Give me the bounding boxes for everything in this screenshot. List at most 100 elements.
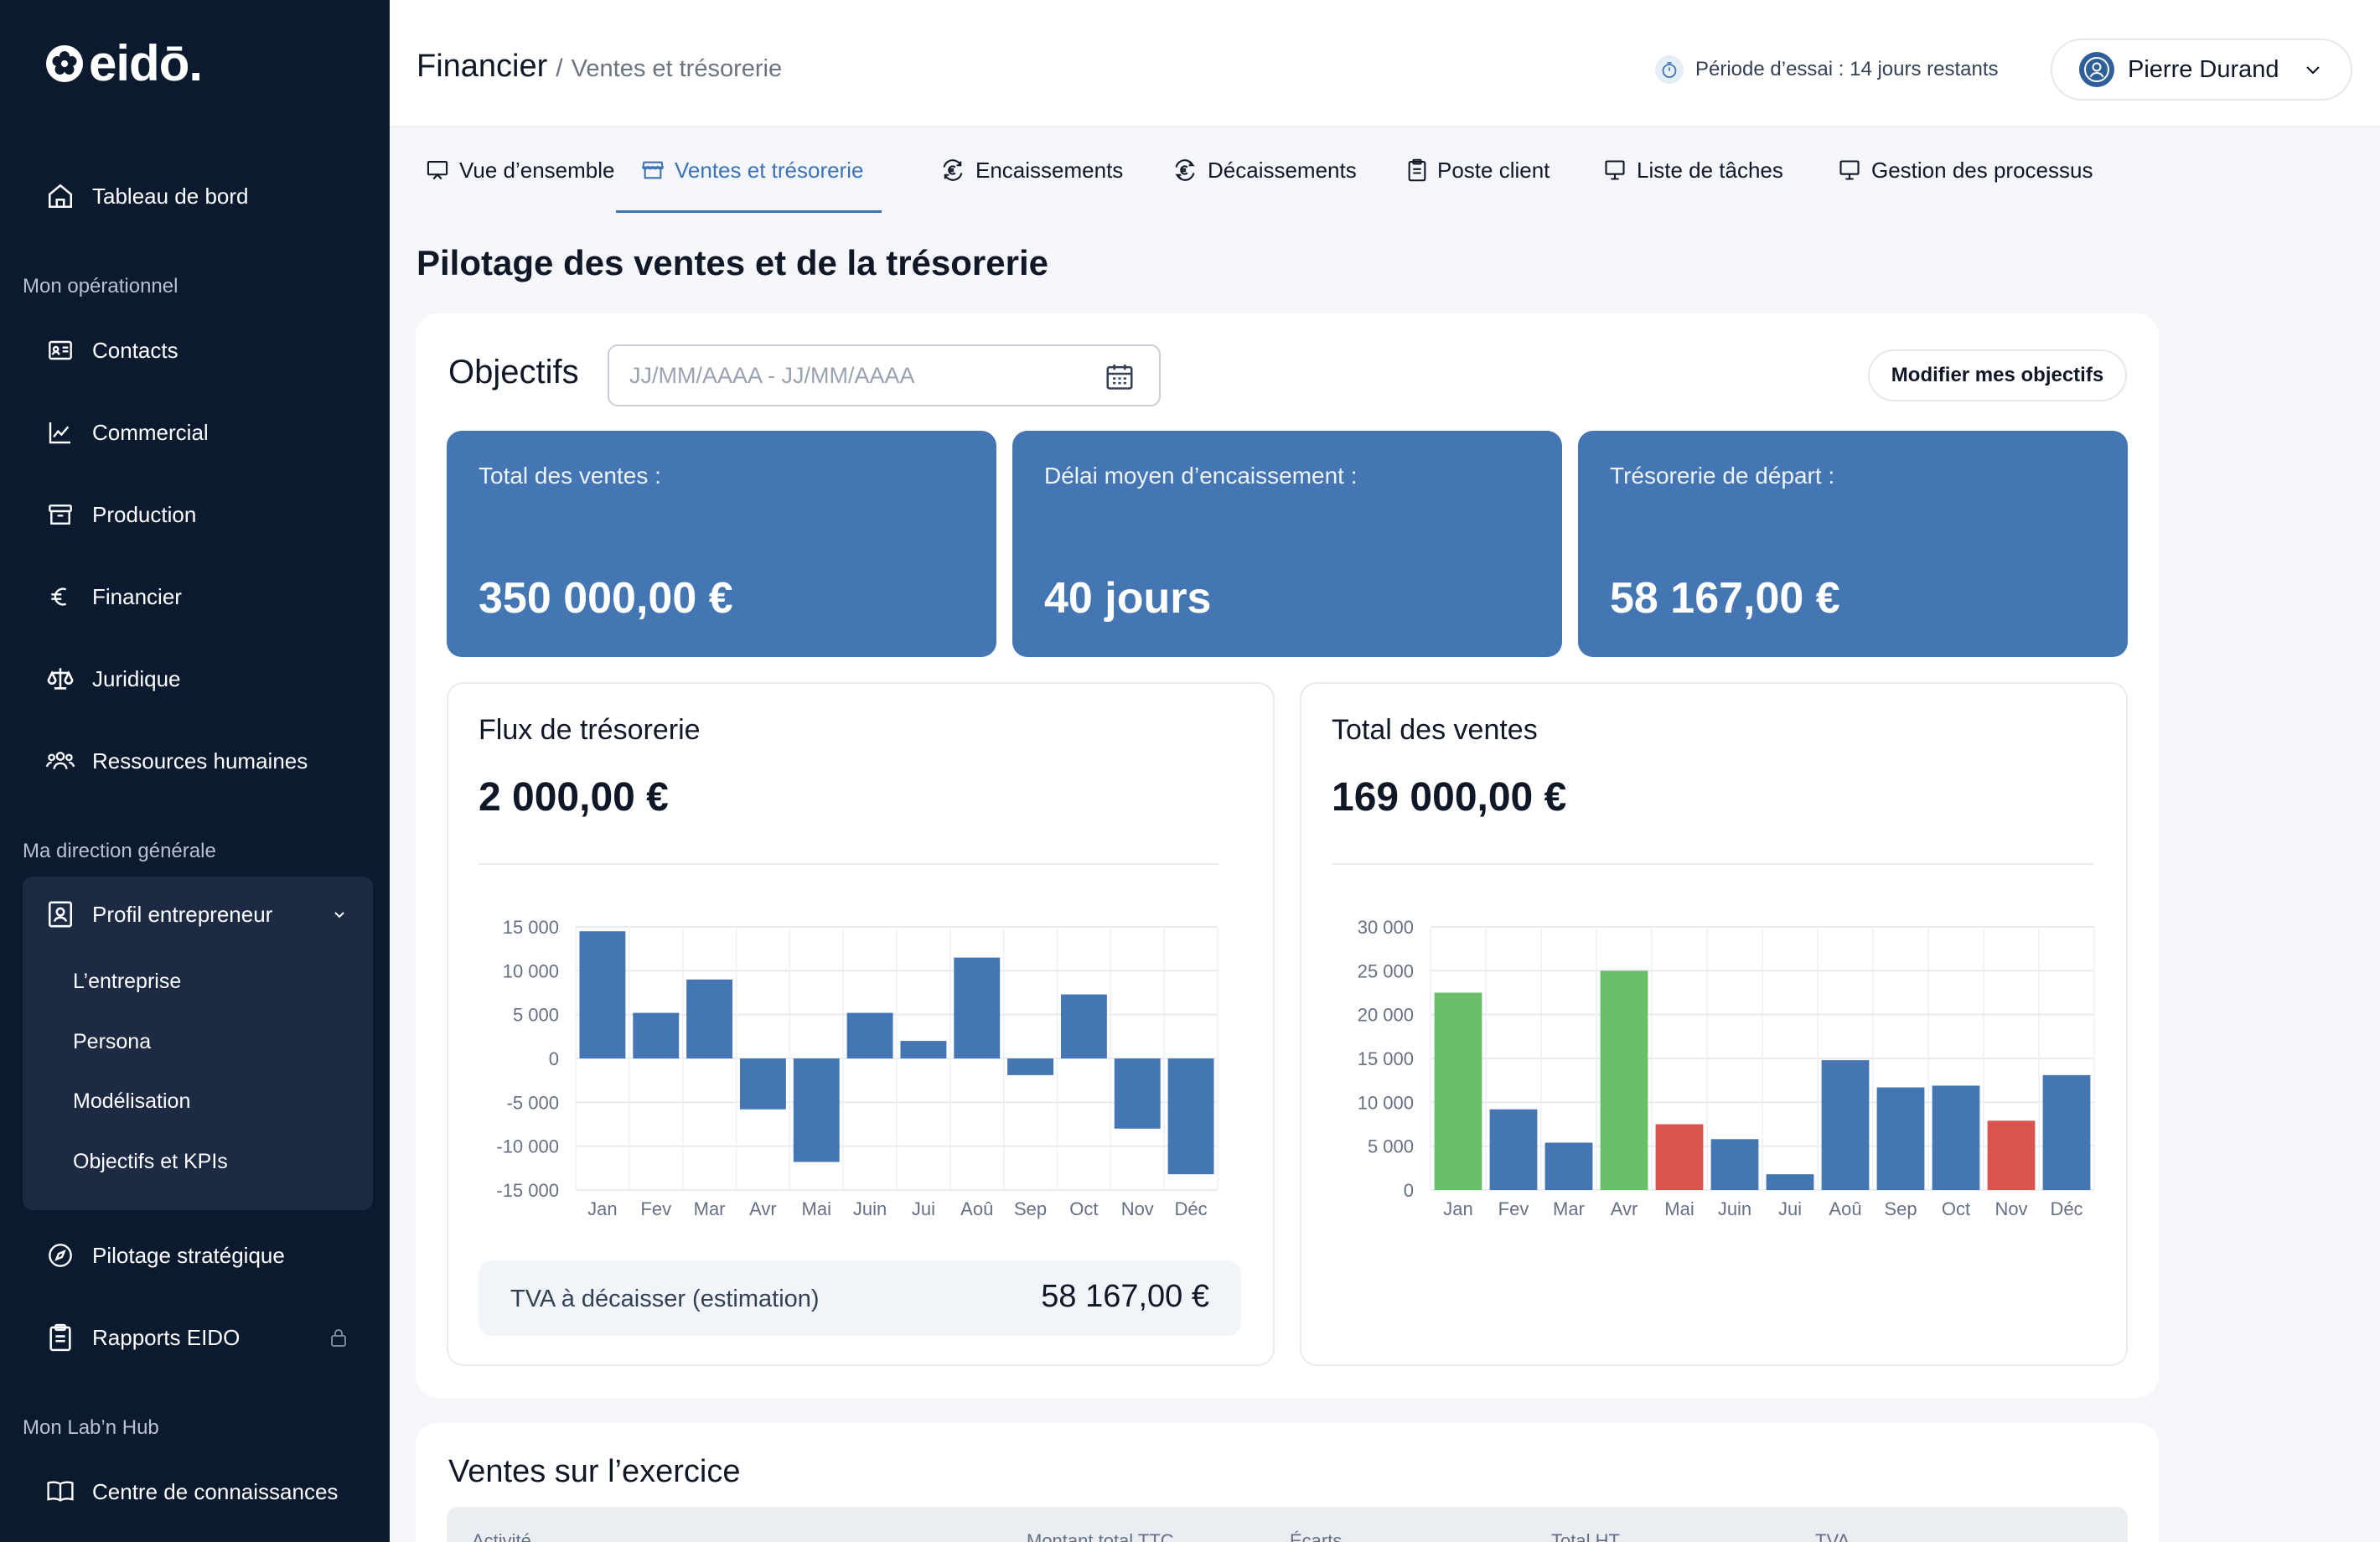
sidebar-subitem-modelisation[interactable]: Modélisation <box>73 1089 190 1114</box>
date-range-input[interactable]: JJ/MM/AAAA - JJ/MM/AAAA <box>608 344 1161 406</box>
presentation-icon <box>427 161 448 180</box>
bar-Sep[interactable] <box>1007 1058 1054 1075</box>
x-tick-label: Aoû <box>1829 1198 1861 1219</box>
x-tick-label: Mai <box>1664 1198 1694 1219</box>
bar-Mar[interactable] <box>1544 1142 1593 1190</box>
x-tick-label: Avr <box>749 1198 777 1219</box>
sidebar-subitem-objectifs-kpis[interactable]: Objectifs et KPIs <box>73 1150 228 1174</box>
sidebar-item-juridique[interactable]: Juridique <box>23 649 373 709</box>
tab-poste-client[interactable]: Poste client <box>1407 127 1550 213</box>
kpi-value: 40 jours <box>1044 574 1212 623</box>
x-tick-label: Sep <box>1014 1198 1047 1219</box>
x-tick-label: Jui <box>912 1198 935 1219</box>
tab-ventes-tresorerie[interactable]: Ventes et trésorerie <box>616 127 882 213</box>
bar-Nov[interactable] <box>1114 1058 1161 1129</box>
bar-Avr[interactable] <box>1600 970 1648 1190</box>
bar-Jan[interactable] <box>579 931 626 1058</box>
chevron-down-icon <box>2305 66 2320 75</box>
sidebar-item-label: Rapports EIDO <box>92 1324 241 1350</box>
chevron-down-icon[interactable] <box>331 906 348 923</box>
cashflow-card: Flux de trésorerie 2 000,00 € 15 000 10 0… <box>447 682 1275 1366</box>
bar-Fev[interactable] <box>1489 1109 1538 1190</box>
brand-logo[interactable]: eidō. <box>45 35 203 91</box>
bar-Fev[interactable] <box>633 1012 680 1058</box>
bar-Aoû[interactable] <box>954 957 1001 1058</box>
bar-Oct[interactable] <box>1060 994 1107 1058</box>
bar-Déc[interactable] <box>1167 1058 1214 1175</box>
sidebar-item-label: Juridique <box>92 665 181 691</box>
bar-Jan[interactable] <box>1434 992 1482 1191</box>
bar-Jui[interactable] <box>1766 1174 1814 1190</box>
x-tick-label: Oct <box>1069 1198 1098 1219</box>
tab-liste-taches[interactable]: Liste de tâches <box>1603 127 1783 213</box>
bar-Déc[interactable] <box>2042 1074 2091 1190</box>
sidebar-subitem-persona[interactable]: Persona <box>73 1030 151 1054</box>
scale-icon <box>45 664 75 694</box>
tab-gestion-processus[interactable]: Gestion des processus <box>1838 127 2093 213</box>
tab-decaissements[interactable]: Décaissements <box>1172 127 1357 213</box>
ventes-title: Ventes sur l’exercice <box>448 1454 741 1489</box>
x-tick-label: Nov <box>1995 1198 2027 1219</box>
x-tick-label: Avr <box>1611 1198 1638 1219</box>
y-tick-label: -15 000 <box>496 1180 559 1201</box>
column-header[interactable]: Activité <box>472 1530 531 1542</box>
sidebar-item-financier[interactable]: Financier <box>23 567 373 627</box>
edit-objectives-button[interactable]: Modifier mes objectifs <box>1868 349 2127 401</box>
contact-card-icon <box>45 335 75 365</box>
bar-Mai[interactable] <box>793 1058 840 1162</box>
x-tick-label: Aoû <box>960 1198 993 1219</box>
sidebar-subitem-entreprise[interactable]: L’entreprise <box>73 970 181 994</box>
page-title: Pilotage des ventes et de la trésorerie <box>416 243 1048 282</box>
column-header[interactable]: Écarts <box>1290 1530 1342 1542</box>
bar-Mai[interactable] <box>1655 1124 1704 1191</box>
breadcrumb: Financier / Ventes et trésorerie <box>416 49 782 85</box>
sidebar-item-label: Profil entrepreneur <box>92 901 273 927</box>
x-tick-label: Oct <box>1942 1198 1970 1219</box>
sidebar-item-centre-connaissances[interactable]: Centre de connaissances <box>23 1462 373 1522</box>
column-header[interactable]: TVA <box>1815 1530 1850 1542</box>
profile-badge-icon <box>45 899 75 929</box>
tab-vue-ensemble[interactable]: Vue d’ensemble <box>426 127 615 213</box>
x-tick-label: Fev <box>640 1198 671 1219</box>
y-tick-label: 10 000 <box>503 960 559 981</box>
column-header[interactable]: Total HT <box>1551 1530 1620 1542</box>
bar-Avr[interactable] <box>739 1058 786 1110</box>
brand-name: eidō. <box>89 35 203 91</box>
kpi-card-tresorerie-depart: Trésorerie de départ : 58 167,00 € <box>1578 431 2128 657</box>
breadcrumb-current: Ventes et trésorerie <box>571 55 783 82</box>
sidebar-item-dashboard[interactable]: Tableau de bord <box>23 166 373 226</box>
y-tick-label: 5 000 <box>513 1005 559 1026</box>
euro-in-icon <box>943 159 963 181</box>
bar-Sep[interactable] <box>1876 1087 1925 1190</box>
sidebar-item-rh[interactable]: Ressources humaines <box>23 731 373 791</box>
bar-Aoû[interactable] <box>1821 1060 1870 1190</box>
trial-status: Période d’essai : 14 jours restants <box>1655 55 1999 84</box>
bar-Oct[interactable] <box>1932 1085 1980 1190</box>
sidebar-item-pilotage[interactable]: Pilotage stratégique <box>23 1225 373 1286</box>
y-tick-label: -10 000 <box>496 1136 559 1157</box>
bar-Jui[interactable] <box>900 1041 947 1058</box>
user-menu[interactable]: Pierre Durand <box>2051 39 2352 101</box>
bar-Nov[interactable] <box>1987 1120 2036 1190</box>
breadcrumb-root[interactable]: Financier <box>416 49 547 85</box>
tab-label: Gestion des processus <box>1871 157 2093 183</box>
bar-Juin[interactable] <box>1710 1139 1759 1190</box>
sidebar-item-profil-entrepreneur[interactable]: Profil entrepreneur <box>23 884 373 944</box>
column-header[interactable]: Montant total TTC <box>1027 1530 1174 1542</box>
users-icon <box>45 746 75 776</box>
y-tick-label: 0 <box>1404 1180 1414 1201</box>
kpi-value: 350 000,00 € <box>479 574 733 623</box>
sidebar-item-commercial[interactable]: Commercial <box>23 402 373 463</box>
x-tick-label: Juin <box>853 1198 887 1219</box>
calendar-icon[interactable] <box>1104 361 1136 393</box>
sidebar-item-label: Production <box>92 501 197 527</box>
sidebar-item-contacts[interactable]: Contacts <box>23 320 373 380</box>
tab-encaissements[interactable]: Encaissements <box>940 127 1123 213</box>
sidebar-item-production[interactable]: Production <box>23 484 373 545</box>
x-tick-label: Mar <box>1553 1198 1585 1219</box>
bar-Juin[interactable] <box>846 1012 893 1058</box>
sidebar-item-rapports[interactable]: Rapports EIDO <box>23 1307 373 1368</box>
x-tick-label: Fev <box>1498 1198 1529 1219</box>
divider <box>1332 863 2094 865</box>
bar-Mar[interactable] <box>686 979 733 1058</box>
